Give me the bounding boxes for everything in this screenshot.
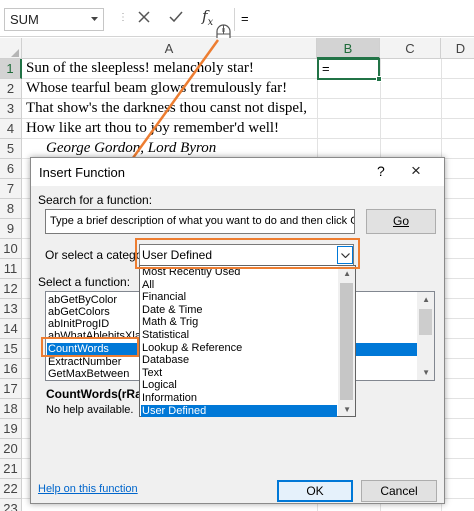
select-all-corner[interactable] [0, 38, 22, 59]
dialog-titlebar: Insert Function ? × [31, 158, 444, 186]
row-header[interactable]: 20 [0, 439, 22, 459]
cancel-button[interactable]: Cancel [361, 480, 437, 502]
column-header-a[interactable]: A [22, 38, 317, 59]
category-option[interactable]: Information [141, 392, 337, 405]
row-header[interactable]: 18 [0, 399, 22, 419]
row-header[interactable]: 16 [0, 359, 22, 379]
row-header[interactable]: 8 [0, 199, 22, 219]
column-header-c[interactable]: C [380, 38, 441, 59]
cell-a3[interactable]: That show's the darkness thou canst not … [26, 100, 307, 117]
separator-dots: ⋮ [118, 12, 129, 23]
category-option[interactable]: Logical [141, 379, 337, 392]
row-header[interactable]: 22 [0, 479, 22, 499]
function-label: Select a function: [38, 275, 131, 289]
ok-button[interactable]: OK [277, 480, 353, 502]
scroll-up-icon[interactable]: ▲ [343, 269, 351, 278]
go-button[interactable]: Go [366, 209, 436, 234]
category-option[interactable]: Database [141, 354, 337, 367]
fill-handle[interactable] [376, 76, 382, 82]
row-header[interactable]: 17 [0, 379, 22, 399]
function-item[interactable]: abGetColors [48, 306, 110, 318]
function-item[interactable]: ExtractNumber [48, 356, 121, 368]
row-header[interactable]: 3 [0, 99, 22, 119]
name-box-value: SUM [10, 12, 39, 27]
close-icon[interactable]: × [411, 161, 421, 181]
category-option[interactable]: Lookup & Reference [141, 342, 337, 355]
function-item[interactable]: GetMaxBetween [48, 368, 129, 380]
function-highlight-box [41, 337, 139, 357]
category-option[interactable]: All [141, 279, 337, 292]
formula-bar: SUM ⋮ fx = [0, 0, 474, 48]
search-input[interactable]: Type a brief description of what you wan… [45, 209, 355, 234]
cell-a1[interactable]: Sun of the sleepless! melancholy star! [26, 60, 254, 77]
column-header-b[interactable]: B [317, 38, 380, 59]
scroll-down-icon[interactable]: ▼ [343, 405, 351, 414]
row-header[interactable]: 12 [0, 279, 22, 299]
row-header[interactable]: 1 [0, 59, 22, 79]
category-option-selected[interactable]: User Defined [141, 404, 337, 418]
category-option[interactable]: Financial [141, 291, 337, 304]
scroll-thumb[interactable] [419, 309, 432, 335]
row-header[interactable]: 4 [0, 119, 22, 139]
active-cell-b1[interactable]: = [317, 58, 382, 82]
scroll-thumb[interactable] [340, 283, 353, 400]
row-header[interactable]: 19 [0, 419, 22, 439]
cell-b1-value: = [322, 61, 330, 76]
chevron-down-icon[interactable] [91, 17, 98, 21]
formula-input[interactable]: = [234, 8, 474, 31]
function-list-scrollbar[interactable]: ▲ ▼ [417, 292, 434, 380]
search-label: Search for a function: [38, 193, 153, 207]
cell-a2[interactable]: Whose tearful beam glows tremulously far… [26, 80, 287, 97]
row-header[interactable]: 11 [0, 259, 22, 279]
row-header[interactable]: 9 [0, 219, 22, 239]
name-box[interactable]: SUM [4, 8, 104, 31]
cancel-icon[interactable] [138, 11, 150, 23]
category-option[interactable]: Math & Trig [141, 316, 337, 329]
column-headers: A B C D [0, 38, 474, 59]
function-item[interactable]: abGetByColor [48, 294, 117, 306]
row-header[interactable]: 23 [0, 499, 22, 511]
row-header[interactable]: 10 [0, 239, 22, 259]
row-header[interactable]: 21 [0, 459, 22, 479]
row-header[interactable]: 6 [0, 159, 22, 179]
help-on-function-link[interactable]: Help on this function [38, 483, 138, 495]
row-header[interactable]: 13 [0, 299, 22, 319]
category-dropdown-list[interactable]: Most Recently Used All Financial Date & … [139, 265, 356, 418]
category-option[interactable]: Text [141, 367, 337, 380]
category-option[interactable]: Statistical [141, 329, 337, 342]
row-header[interactable]: 5 [0, 139, 22, 159]
enter-icon[interactable] [169, 11, 183, 23]
function-item[interactable]: abInitProgID [48, 318, 109, 330]
dialog-title: Insert Function [39, 165, 125, 180]
row-header[interactable]: 2 [0, 79, 22, 99]
category-option[interactable]: Date & Time [141, 304, 337, 317]
category-dropdown-scrollbar[interactable]: ▲ ▼ [338, 266, 355, 416]
category-highlight-box [135, 238, 360, 269]
row-header[interactable]: 15 [0, 339, 22, 359]
column-header-d[interactable]: D [441, 38, 474, 59]
function-description: No help available. [46, 404, 134, 416]
help-icon[interactable]: ? [377, 163, 385, 179]
scroll-down-icon[interactable]: ▼ [422, 368, 430, 377]
cell-a4[interactable]: How like art thou to joy remember'd well… [26, 120, 279, 137]
row-header[interactable]: 7 [0, 179, 22, 199]
go-button-label: Go [392, 214, 409, 228]
fx-icon[interactable]: fx [202, 7, 213, 28]
row-header[interactable]: 14 [0, 319, 22, 339]
scroll-up-icon[interactable]: ▲ [422, 295, 430, 304]
cell-a5[interactable]: George Gordon, Lord Byron [46, 140, 216, 157]
